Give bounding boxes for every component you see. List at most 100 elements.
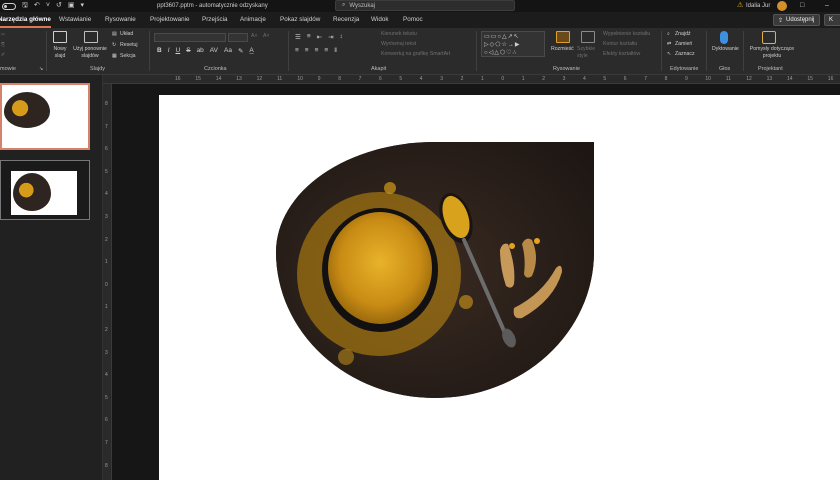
font-color-icon[interactable]: A [249, 47, 253, 55]
ruler-tick: 12 [746, 76, 752, 82]
decrease-indent-icon[interactable]: ⇤ [317, 33, 322, 41]
align-center-icon[interactable]: ≡ [305, 47, 309, 54]
user-name[interactable]: Idalia Jur [746, 0, 770, 12]
numbering-icon[interactable]: ≡ [307, 33, 311, 41]
ribbon-display-icon[interactable]: □ [800, 0, 804, 12]
avatar[interactable] [777, 1, 787, 11]
tab-design[interactable]: Projektowanie [150, 12, 190, 28]
ruler-tick: 1 [521, 76, 525, 82]
reset-button[interactable]: Resetuj [120, 42, 138, 49]
tab-review[interactable]: Recenzja [333, 12, 359, 28]
tab-transitions[interactable]: Przejścia [202, 12, 228, 28]
columns-icon[interactable]: ‖ [334, 47, 337, 54]
tab-insert[interactable]: Wstawianie [59, 12, 91, 28]
bullets-icon[interactable]: ☰ [295, 33, 301, 41]
ruler-tick: 6 [379, 76, 382, 82]
shapes-gallery[interactable]: ▭▭○△↗↖ ▷◇⬠☆→▶ ○◁△⬡♡∴ [481, 31, 545, 57]
ruler-tick: 7 [644, 76, 647, 82]
justify-icon[interactable]: ≡ [324, 47, 328, 54]
ruler-tick: 7 [105, 440, 108, 446]
new-slide-button[interactable]: Nowy slajd [51, 46, 69, 60]
ruler-tick: 0 [501, 76, 505, 82]
group-separator [661, 31, 662, 71]
warning-icon[interactable]: ⚠ [737, 0, 743, 12]
strikethrough-icon[interactable]: S [186, 47, 190, 55]
reset-icon: ↻ [112, 42, 117, 48]
dialog-launcher-icon[interactable]: ↘ [39, 66, 43, 73]
designer-icon[interactable] [762, 31, 776, 44]
ruler-tick: 11 [725, 76, 731, 82]
font-group-label: Czcionka [204, 66, 227, 72]
section-button[interactable]: Sekcja [120, 53, 136, 60]
reuse-slides-icon[interactable] [84, 31, 98, 43]
ruler-tick: 14 [787, 76, 793, 82]
customize-qat-icon[interactable]: ▾ [80, 0, 84, 12]
minimize-icon[interactable]: – [825, 0, 829, 12]
text-direction-button[interactable]: Kierunek tekstu [381, 31, 417, 38]
document-title: ppt3607.pptm - automatycznie odzyskany [157, 3, 268, 9]
save-icon[interactable]: 🖫 [22, 0, 28, 12]
slide[interactable] [159, 95, 840, 480]
shape-fill-button[interactable]: Wypełnienie kształtu [603, 31, 650, 38]
search-placeholder: Wyszukaj [349, 2, 375, 9]
font-name-combobox[interactable] [154, 33, 226, 42]
select-button[interactable]: Zaznacz [675, 51, 695, 58]
tab-view[interactable]: Widok [371, 12, 389, 28]
tab-help[interactable]: Pomoc [403, 12, 423, 28]
tab-home[interactable]: Narzędzia główne [0, 12, 51, 28]
paragraph-row-1: ☰ ≡ ⇤ ⇥ ↕ [295, 33, 343, 41]
replace-button[interactable]: Zamień [675, 41, 692, 48]
layout-button[interactable]: Układ [120, 31, 133, 38]
undo-icon[interactable]: ↶ [34, 0, 40, 12]
strike-icon[interactable]: ab [197, 47, 204, 55]
cut-icon[interactable]: ✂ [1, 32, 5, 39]
slide-thumbnail-1[interactable] [0, 83, 90, 150]
shape-outline-button[interactable]: Kontur kształtu [603, 41, 637, 48]
shrink-font-icon[interactable]: A˅ [263, 33, 270, 40]
reuse-slides-button[interactable]: Użyj ponownie slajdów [70, 46, 110, 60]
arrange-button[interactable]: Rozmieść [551, 46, 574, 53]
redo-icon[interactable]: ↺ [56, 0, 62, 12]
slide-thumbnail-2[interactable] [0, 160, 90, 220]
highlight-icon[interactable]: ✎ [238, 47, 243, 55]
italic-icon[interactable]: I [168, 47, 170, 55]
present-icon[interactable]: ▣ [68, 0, 75, 12]
font-size-combobox[interactable] [228, 33, 248, 42]
change-case-icon[interactable]: Aa [224, 47, 232, 55]
new-slide-icon[interactable] [53, 31, 67, 43]
share-button[interactable]: ⇪ Udostępnij [773, 14, 820, 26]
dictate-button[interactable]: Dyktowanie [712, 46, 739, 53]
align-left-icon[interactable]: ≡ [295, 47, 299, 54]
underline-icon[interactable]: U [176, 47, 181, 55]
tab-draw[interactable]: Rysowanie [105, 12, 136, 28]
grow-font-icon[interactable]: A˄ [251, 33, 258, 40]
shape-effects-button[interactable]: Efekty kształtów [603, 51, 640, 58]
smartart-button[interactable]: Konwertuj na grafikę SmartArt [381, 51, 450, 58]
microphone-icon[interactable] [720, 31, 728, 44]
ruler-tick: 8 [338, 76, 341, 82]
tab-slide-show[interactable]: Pokaz slajdów [280, 12, 320, 28]
format-painter-icon[interactable]: ✐ [1, 52, 5, 59]
quick-styles-icon[interactable] [581, 31, 595, 43]
find-button[interactable]: Znajdź [675, 31, 691, 38]
increase-indent-icon[interactable]: ⇥ [328, 33, 333, 41]
slide-thumbnails-pane[interactable] [0, 75, 103, 480]
quick-styles-button[interactable]: Szybkie style [577, 46, 599, 60]
chevron-down-icon[interactable]: ˅ [46, 0, 50, 12]
line-spacing-icon[interactable]: ↕ [340, 33, 343, 41]
tab-animations[interactable]: Animacje [240, 12, 266, 28]
copy-icon[interactable]: ⎘ [1, 42, 5, 49]
turmeric-picture[interactable] [276, 142, 594, 398]
spacing-icon[interactable]: AV [210, 47, 218, 55]
bold-icon[interactable]: B [157, 47, 162, 55]
align-right-icon[interactable]: ≡ [315, 47, 319, 54]
ruler-tick: 2 [105, 327, 108, 333]
align-text-button[interactable]: Wyrównaj tekst [381, 41, 416, 48]
thumbnail-picture [4, 92, 50, 128]
design-ideas-button[interactable]: Pomysły dotyczące projektu [746, 46, 798, 60]
autosave-toggle[interactable] [2, 2, 16, 10]
search-input[interactable]: ⌕ Wyszukaj [335, 0, 515, 11]
ruler-tick: 11 [277, 76, 283, 82]
arrange-icon[interactable] [556, 31, 570, 43]
comments-button[interactable]: K [824, 14, 840, 26]
